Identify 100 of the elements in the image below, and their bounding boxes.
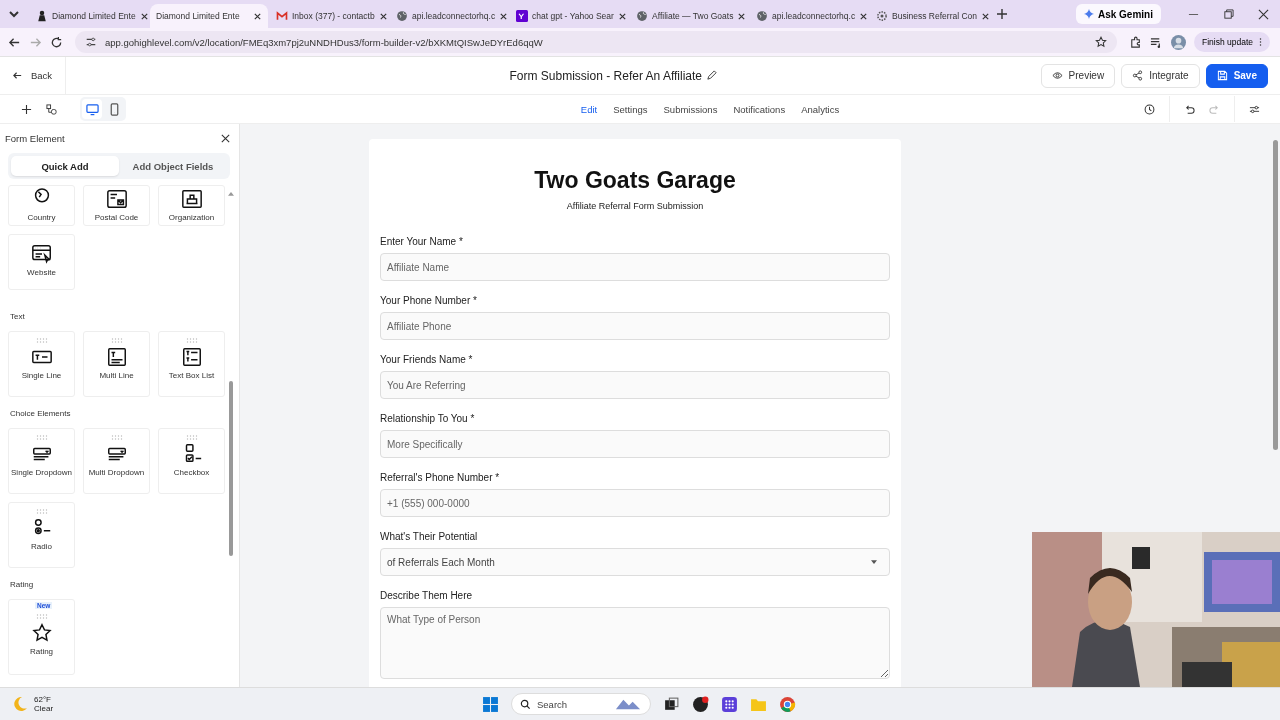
tab-title: Affiliate — Two Goats (652, 11, 734, 21)
restore-icon[interactable] (1223, 8, 1234, 20)
close-icon[interactable] (617, 11, 627, 21)
media-list-icon[interactable] (1149, 35, 1163, 49)
element-label: Website (27, 268, 56, 277)
close-icon[interactable] (220, 133, 231, 144)
input-field[interactable]: You Are Referring (380, 371, 890, 399)
element-card[interactable]: Radio (8, 502, 75, 568)
nav-tab[interactable]: Analytics (801, 95, 840, 123)
element-card[interactable]: Checkbox (158, 428, 225, 494)
field-label: Your Friends Name * (380, 354, 474, 365)
drag-handle-icon[interactable] (185, 338, 198, 343)
panel-tab[interactable]: Quick Add (11, 156, 119, 176)
app-icon[interactable] (692, 695, 709, 713)
browser-tab[interactable]: Affiliate — Two Goats (630, 4, 748, 28)
save-button[interactable]: Save (1205, 63, 1268, 88)
element-label: Organization (168, 213, 215, 222)
integrate-button[interactable]: Integrate (1121, 63, 1200, 88)
back-arrow-icon (12, 70, 23, 81)
nav-tab[interactable]: Notifications (733, 95, 786, 123)
drag-handle-icon[interactable] (110, 338, 123, 343)
close-icon[interactable] (737, 11, 747, 21)
input-field[interactable]: Affiliate Phone (380, 312, 890, 340)
browser-tab[interactable]: api.leadconnectorhq.c (390, 4, 508, 28)
close-icon[interactable] (1258, 8, 1269, 20)
back-button[interactable]: Back (0, 57, 66, 94)
section-heading: Text (10, 312, 26, 321)
element-card[interactable]: Country (8, 185, 75, 226)
element-card[interactable]: Postal Code (83, 185, 150, 226)
text-area[interactable]: What Type of Person (380, 607, 890, 679)
mailbox-icon (105, 188, 128, 210)
add-icon[interactable] (21, 103, 32, 115)
element-label: Checkbox (173, 468, 210, 477)
tab-title: Business Referral Con (892, 11, 978, 21)
preview-button[interactable]: Preview (1040, 63, 1116, 88)
browser-tab[interactable]: Diamond Limited Ente (150, 4, 268, 28)
drag-handle-icon[interactable] (35, 509, 48, 514)
element-label: Text Box List (168, 371, 215, 380)
mail-icon (276, 10, 288, 22)
undo-icon[interactable] (1184, 103, 1195, 115)
close-icon[interactable] (859, 11, 869, 21)
history-icon[interactable] (1144, 103, 1155, 115)
reload-icon[interactable] (50, 35, 63, 49)
extensions-icon[interactable] (1128, 35, 1142, 49)
close-icon[interactable] (253, 11, 262, 21)
scroll-up-icon[interactable] (228, 191, 234, 196)
drag-handle-icon[interactable] (35, 338, 48, 343)
element-label: Single Line (21, 371, 62, 380)
pencil-icon[interactable] (706, 70, 718, 81)
finish-update-button[interactable]: Finish update (1193, 32, 1270, 52)
browser-tab[interactable]: Business Referral Con (870, 4, 988, 28)
element-card[interactable]: Multi Line (83, 331, 150, 397)
field-label: Referral's Phone Number * (380, 472, 501, 483)
browser-icon[interactable] (779, 695, 796, 713)
ask-gemini-button[interactable]: Ask Gemini (1075, 4, 1161, 24)
profile-avatar-icon[interactable] (1170, 34, 1186, 50)
element-card[interactable]: Single Dropdown (8, 428, 75, 494)
nav-tab[interactable]: Submissions (663, 95, 718, 123)
drag-handle-icon[interactable] (185, 435, 198, 440)
drag-handle-icon[interactable] (35, 435, 48, 440)
close-icon[interactable] (981, 11, 991, 21)
new-tab-icon[interactable] (996, 8, 1008, 20)
tab-title: Diamond Limited Ente (156, 11, 241, 21)
drag-handle-icon[interactable] (110, 435, 123, 440)
sliders-icon[interactable] (1249, 103, 1260, 115)
panel-tab[interactable]: Add Object Fields (119, 156, 227, 176)
dropdown-field[interactable]: of Referrals Each Month (380, 548, 890, 576)
desktop-view-button[interactable] (82, 99, 102, 119)
grid-app-icon[interactable] (721, 695, 738, 713)
gear-icon (876, 10, 888, 22)
browser-tab[interactable]: Diamond Limited Ente (30, 4, 148, 28)
field-label: Describe Them Here (380, 590, 474, 601)
browser-tab[interactable]: chat gpt - Yahoo Sear (510, 4, 628, 28)
element-card[interactable]: Multi Dropdown (83, 428, 150, 494)
drag-handle-icon[interactable] (35, 614, 48, 619)
windows-start-icon[interactable] (482, 695, 499, 713)
element-card[interactable]: Website (8, 234, 75, 290)
nav-tab[interactable]: Settings (613, 95, 648, 123)
close-icon[interactable] (139, 11, 149, 21)
element-card[interactable]: Single Line (8, 331, 75, 397)
more-icon (1259, 37, 1262, 47)
temperature: 62°F (34, 694, 52, 704)
section-heading: Choice Elements (10, 409, 72, 418)
taskbar-search-field[interactable]: Search (511, 693, 651, 715)
browser-tab[interactable]: Inbox (377) - contactb (270, 4, 388, 28)
element-card[interactable]: Text Box List (158, 331, 225, 397)
nav-tab[interactable]: Edit (580, 95, 598, 123)
input-field[interactable]: Affiliate Name (380, 253, 890, 281)
element-card[interactable]: Organization (158, 185, 225, 226)
layers-icon[interactable] (46, 103, 57, 115)
close-icon[interactable] (499, 11, 509, 21)
input-field[interactable]: +1 (555) 000-0000 (380, 489, 890, 517)
site-settings-icon[interactable] (85, 36, 97, 48)
close-icon[interactable] (378, 11, 388, 21)
input-field[interactable]: More Specifically (380, 430, 890, 458)
task-view-icon[interactable] (663, 695, 680, 713)
panel-title: Form Element (5, 133, 65, 144)
browser-tab[interactable]: api.leadconnectorhq.c (750, 4, 868, 28)
bookmark-star-icon[interactable] (1094, 36, 1107, 48)
address-bar[interactable]: app.gohighlevel.com/v2/location/FMEq3xm7pj2uNNDHDus3/form-builder-v2/bXKMtQISwJeDYrEd6qqW (75, 31, 1117, 53)
